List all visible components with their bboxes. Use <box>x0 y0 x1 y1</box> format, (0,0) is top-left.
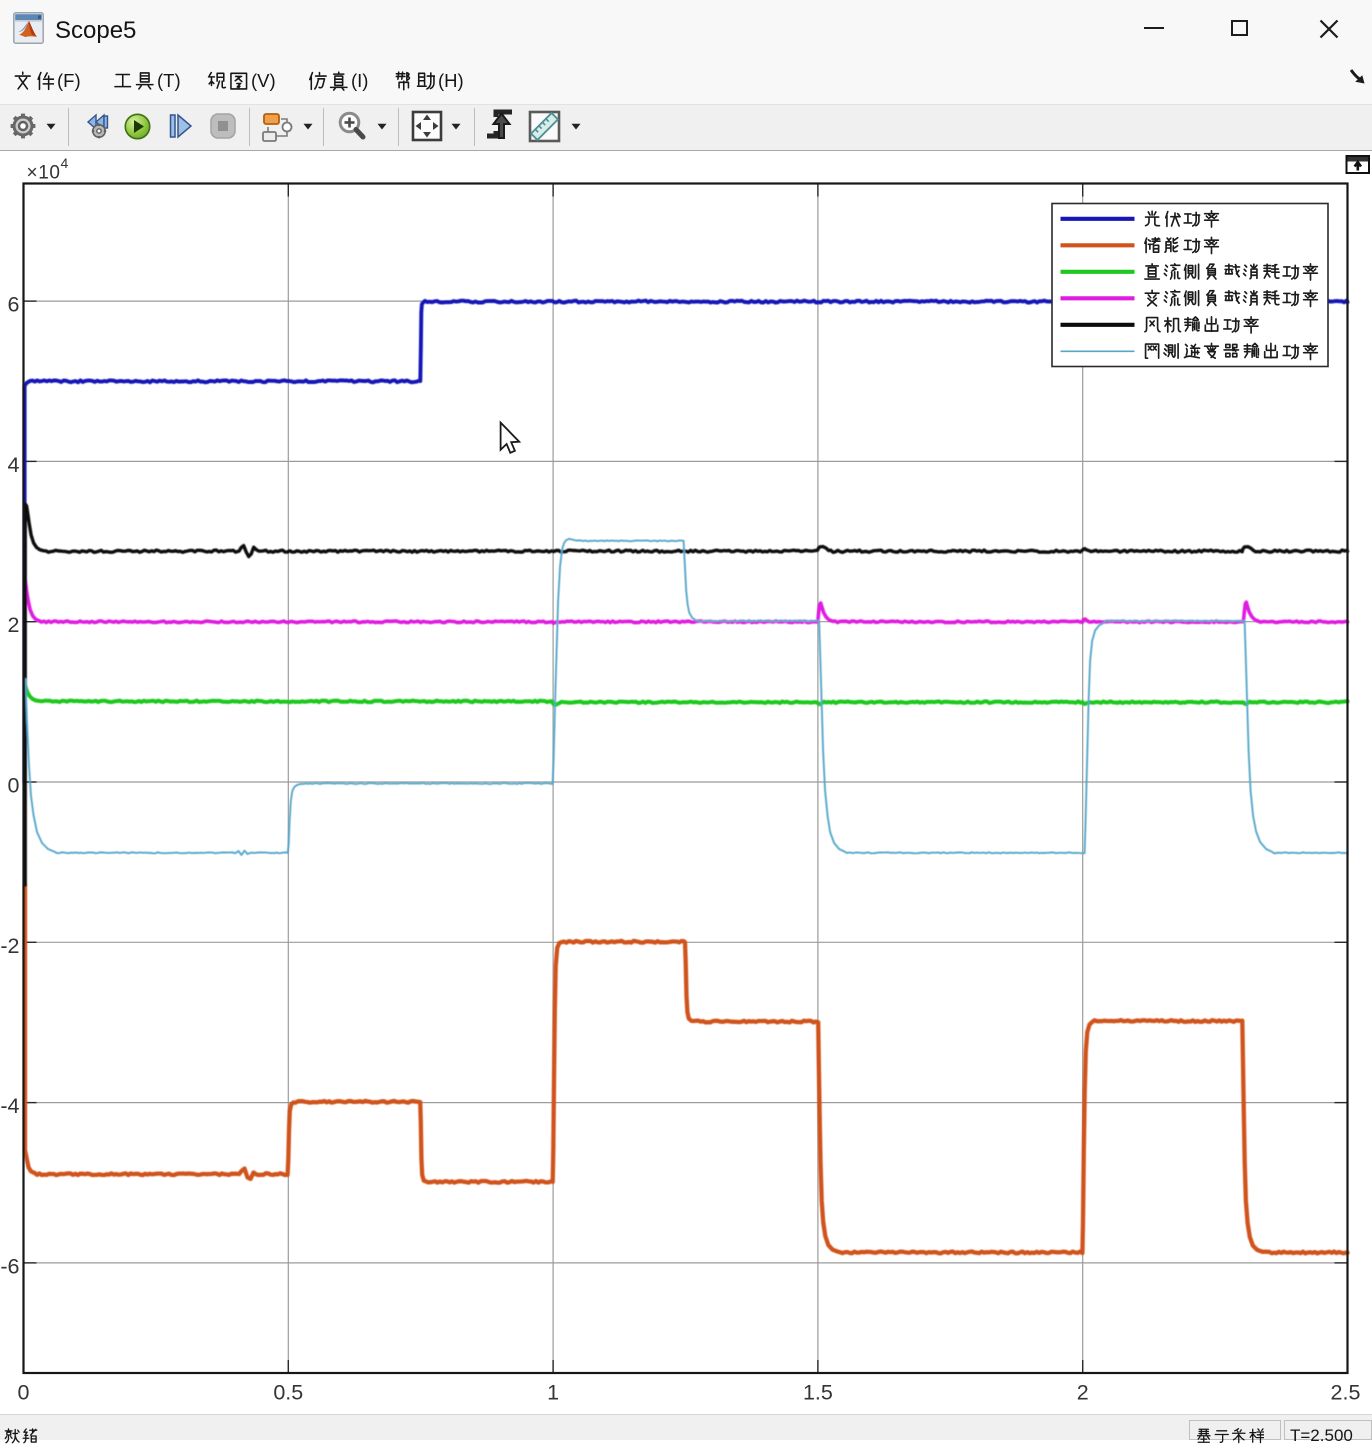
svg-text:2: 2 <box>1077 1381 1089 1405</box>
svg-text:2.5: 2.5 <box>1331 1381 1361 1405</box>
svg-text:2: 2 <box>8 613 20 637</box>
svg-text:1.5: 1.5 <box>803 1381 833 1405</box>
svg-text:4: 4 <box>8 453 20 477</box>
svg-text:1: 1 <box>547 1381 559 1405</box>
svg-text:0: 0 <box>8 774 20 798</box>
svg-text:-6: -6 <box>0 1254 19 1278</box>
svg-text:6: 6 <box>8 293 20 317</box>
svg-text:-2: -2 <box>0 934 19 958</box>
svg-text:0: 0 <box>18 1381 30 1405</box>
svg-text:-4: -4 <box>0 1094 19 1118</box>
svg-text:4: 4 <box>61 155 69 171</box>
svg-text:0.5: 0.5 <box>273 1381 303 1405</box>
svg-text:×10: ×10 <box>27 163 61 184</box>
